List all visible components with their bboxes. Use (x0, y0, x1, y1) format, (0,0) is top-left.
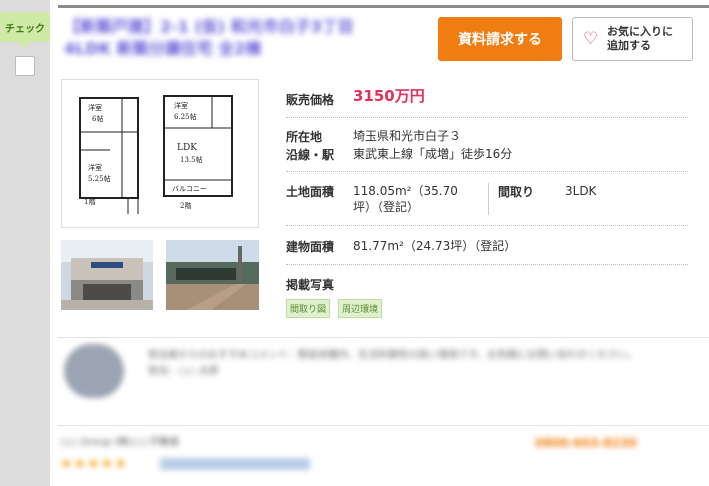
photo-tags: 間取り図 周辺環境 (286, 297, 385, 318)
fp-room-1-size: 6帖 (92, 114, 103, 123)
request-info-label: 資料請求する (458, 32, 542, 48)
station-value: 東武東上線「成増」徒歩16分 (353, 147, 513, 161)
fp-ldk-size: 13.5帖 (180, 155, 203, 164)
location-label: 所在地 (286, 130, 323, 144)
phone-number[interactable]: 0800-603-8230 (535, 436, 695, 454)
fp-room-2: 洋室 (174, 101, 188, 110)
agent-comment: 担当者からのおすすめコメント：駅徒歩圏内、生活利便性の高い環境です。お気軽にお問… (148, 348, 688, 410)
fp-balcony: バルコニー (172, 185, 207, 193)
fp-room-3-size: 5.25帖 (88, 174, 111, 183)
photos-section: 掲載写真 間取り図 周辺環境 (286, 276, 688, 320)
compare-checkbox[interactable] (15, 56, 35, 76)
building-label: 建物面積 (286, 240, 335, 254)
price-value: 3150万円 (353, 87, 425, 105)
agent-comment-text: 担当者からのおすすめコメント：駅徒歩圏内、生活利便性の高い環境です。お気軽にお問… (148, 350, 637, 361)
layout-label: 間取り (498, 185, 535, 199)
rating-stars: ★★★★★ (60, 456, 128, 472)
heart-icon: ♡ (583, 29, 599, 49)
location-row: 所在地 埼玉県和光市白子３ 沿線・駅 東武東上線「成増」徒歩16分 (286, 119, 688, 172)
top-rule (58, 5, 709, 8)
tag-surroundings: 周辺環境 (338, 299, 383, 318)
agent-name: 担当：○○ 太郎 (148, 366, 219, 377)
station-label: 沿線・駅 (286, 148, 335, 162)
add-favorite-label: お気に入りに追加する (607, 25, 673, 52)
building-value: 81.77m²（24.73坪）（登記） (353, 239, 517, 253)
fp-room-1: 洋室 (88, 103, 102, 112)
floorplan-image[interactable]: 洋室 6帖 洋室 6.25帖 洋室 5.25帖 LDK 13.5帖 バルコニー … (61, 79, 259, 228)
price-label: 販売価格 (286, 93, 335, 107)
photos-label: 掲載写真 (286, 278, 335, 292)
station-image-1 (61, 240, 153, 310)
review-link[interactable] (160, 458, 310, 470)
land-value: 118.05m²（35.70坪）（登記） (353, 184, 458, 214)
fp-ldk: LDK (177, 143, 197, 153)
land-divider (488, 183, 489, 215)
check-tab: チェック (0, 12, 50, 48)
phone-text: 0800-603-8230 (535, 436, 637, 450)
add-favorite-button[interactable]: ♡ お気に入りに追加する (572, 17, 693, 61)
fp-floor2: 2階 (180, 201, 191, 210)
property-title[interactable]: 【新築戸建】2-1 (仮) 和光市白子3丁目 4LDK 新築分譲住宅 全2棟 (64, 16, 404, 62)
land-label: 土地面積 (286, 185, 335, 199)
station-image-2 (166, 240, 259, 310)
fp-room-2-size: 6.25帖 (174, 112, 197, 121)
land-row: 土地面積 118.05m²（35.70坪）（登記） 間取り 3LDK (286, 173, 688, 226)
station-photo-1[interactable] (61, 240, 153, 310)
location-value: 埼玉県和光市白子３ (353, 129, 462, 143)
fp-floor1: 1階 (84, 197, 95, 206)
request-info-button[interactable]: 資料請求する (438, 17, 562, 61)
price-row: 販売価格 3150万円 (286, 80, 688, 118)
fp-room-3: 洋室 (88, 163, 102, 172)
floorplan-drawing: 洋室 6帖 洋室 6.25帖 洋室 5.25帖 LDK 13.5帖 バルコニー … (79, 95, 233, 214)
layout-value: 3LDK (565, 184, 597, 198)
building-row: 建物面積 81.77m²（24.73坪）（登記） (286, 227, 688, 265)
tag-floorplan: 間取り図 (286, 299, 331, 318)
agent-avatar (64, 344, 124, 398)
section-divider-1 (58, 337, 709, 338)
section-divider-2 (58, 425, 709, 426)
station-photo-2[interactable] (166, 240, 259, 310)
company-name: ○○ Group (株)○○不動産 (60, 437, 180, 448)
